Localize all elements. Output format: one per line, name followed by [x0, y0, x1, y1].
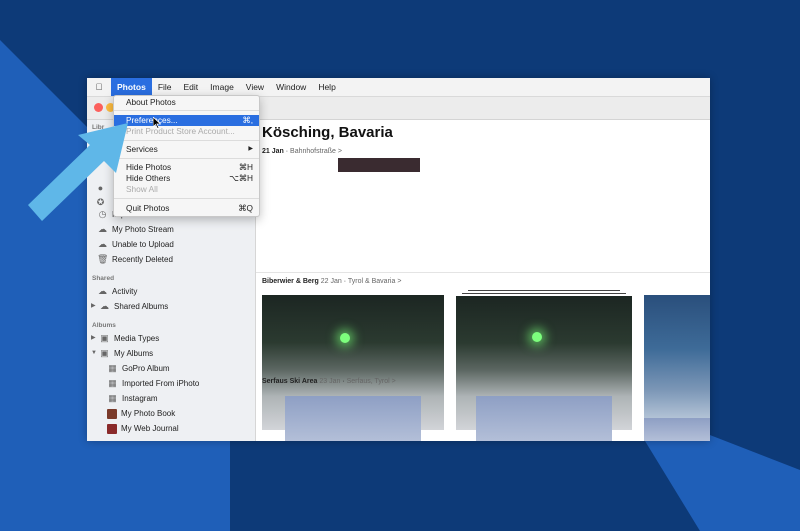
apple-icon[interactable]:  [87, 82, 111, 92]
sidebar-item-label: Activity [112, 287, 138, 296]
menu-image[interactable]: Image [204, 78, 240, 96]
album-thumbnail-icon [107, 423, 117, 434]
streetlight-glow [340, 333, 350, 343]
sidebar-shared-label: Shared [92, 275, 115, 282]
sidebar-item-label: Imported From iPhoto [122, 379, 200, 388]
cloud-icon: ☁ [100, 301, 109, 311]
chevron-right-icon: > [397, 278, 402, 285]
album-icon: ▦ [108, 393, 117, 403]
menu-help[interactable]: Help [312, 78, 341, 96]
sidebar-item-label: My Albums [114, 349, 154, 358]
menu-photos[interactable]: Photos [111, 78, 152, 96]
menu-file[interactable]: File [152, 78, 178, 96]
folder-icon: ▣ [100, 333, 109, 343]
sidebar-item-my-albums[interactable]: ▼ ▣ My Albums [91, 347, 153, 360]
sidebar-item-shared-albums[interactable]: ▶ ☁ Shared Albums [91, 300, 168, 313]
stack-edge [462, 293, 626, 294]
folder-icon: ▣ [100, 348, 109, 358]
photo-thumbnail[interactable] [644, 418, 710, 441]
sidebar-item-gopro-album[interactable]: ▦ GoPro Album [107, 362, 170, 375]
sidebar-item-label: Media Types [114, 334, 160, 343]
chevron-right-icon: > [337, 148, 342, 155]
menu-item-shortcut: ⌘Q [238, 203, 253, 213]
sidebar-item-label: My Photo Book [121, 409, 176, 418]
menu-window[interactable]: Window [270, 78, 312, 96]
sidebar-item-my-web-journal[interactable]: My Web Journal [107, 422, 179, 435]
moment-header[interactable]: Biberwier & Berg 22 Jan · Tyrol & Bavari… [262, 278, 401, 285]
disclosure-right-icon[interactable]: ▶ [91, 300, 97, 313]
pointer-arrow-icon [28, 123, 128, 221]
photo-thumbnail[interactable] [285, 396, 421, 441]
moment-location: Bahnhofstraße [290, 148, 336, 155]
chevron-right-icon: > [391, 378, 396, 385]
sidebar-item-label: Recently Deleted [112, 255, 173, 264]
album-icon: ▦ [108, 378, 117, 388]
photo-thumbnail[interactable] [644, 295, 710, 430]
main-content: Kösching, Bavaria 21 Jan · Bahnhofstraße… [256, 120, 710, 441]
sidebar-item-label: Unable to Upload [112, 240, 174, 249]
menu-view[interactable]: View [240, 78, 270, 96]
sidebar-item-label: Instagram [122, 394, 158, 403]
cloud-icon: ☁ [98, 286, 107, 296]
menu-item-shortcut: ⌘, [242, 115, 253, 125]
sidebar-item-label: My Web Journal [121, 424, 179, 433]
moment-location: Tyrol & Bavaria [347, 278, 396, 285]
sidebar-item-my-photo-book[interactable]: My Photo Book [107, 407, 175, 420]
sidebar-item-label: GoPro Album [122, 364, 170, 373]
menu-item-shortcut: ⌥⌘H [229, 173, 253, 183]
sidebar-item-recently-deleted[interactable]: 🗑 Recently Deleted [97, 253, 173, 266]
photo-thumbnail[interactable] [476, 396, 612, 441]
sidebar-item-label: Shared Albums [114, 302, 169, 311]
moment-name: Serfaus Ski Area [262, 378, 318, 385]
disclosure-down-icon[interactable]: ▼ [91, 347, 97, 360]
disclosure-right-icon[interactable]: ▶ [91, 332, 97, 345]
moment-name: Biberwier & Berg [262, 278, 319, 285]
sidebar-item-activity[interactable]: ☁ Activity [97, 285, 137, 298]
sidebar-item-media-types[interactable]: ▶ ▣ Media Types [91, 332, 159, 345]
moment-header[interactable]: Serfaus Ski Area 23 Jan · Serfaus, Tyrol… [262, 378, 396, 385]
menu-item-shortcut: ⌘H [238, 162, 253, 172]
moment-header[interactable]: 21 Jan · Bahnhofstraße > [262, 148, 342, 155]
mouse-cursor-icon [153, 117, 161, 129]
moment-date: 23 Jan [319, 378, 341, 385]
moment-date: 22 Jan [320, 278, 342, 285]
trash-icon: 🗑 [97, 254, 109, 264]
divider [256, 272, 710, 273]
moment-location: Serfaus, Tyrol [346, 378, 390, 385]
streetlight-glow [532, 332, 542, 342]
cloud-icon: ☁ [98, 239, 107, 249]
menu-edit[interactable]: Edit [178, 78, 205, 96]
stack-edge [468, 290, 620, 291]
sidebar-item-unable-to-upload[interactable]: ☁ Unable to Upload [97, 238, 174, 251]
sidebar-item-instagram[interactable]: ▦ Instagram [107, 392, 158, 405]
sidebar-albums-label: Albums [92, 322, 116, 329]
moment-date: 21 Jan [262, 148, 284, 155]
photo-thumbnail[interactable] [338, 158, 420, 172]
album-icon: ▦ [108, 363, 117, 373]
sidebar-item-imported-from-iphoto[interactable]: ▦ Imported From iPhoto [107, 377, 199, 390]
album-thumbnail-icon [107, 408, 117, 419]
page-title: Kösching, Bavaria [262, 124, 393, 141]
submenu-arrow-icon: ▶ [248, 146, 253, 152]
